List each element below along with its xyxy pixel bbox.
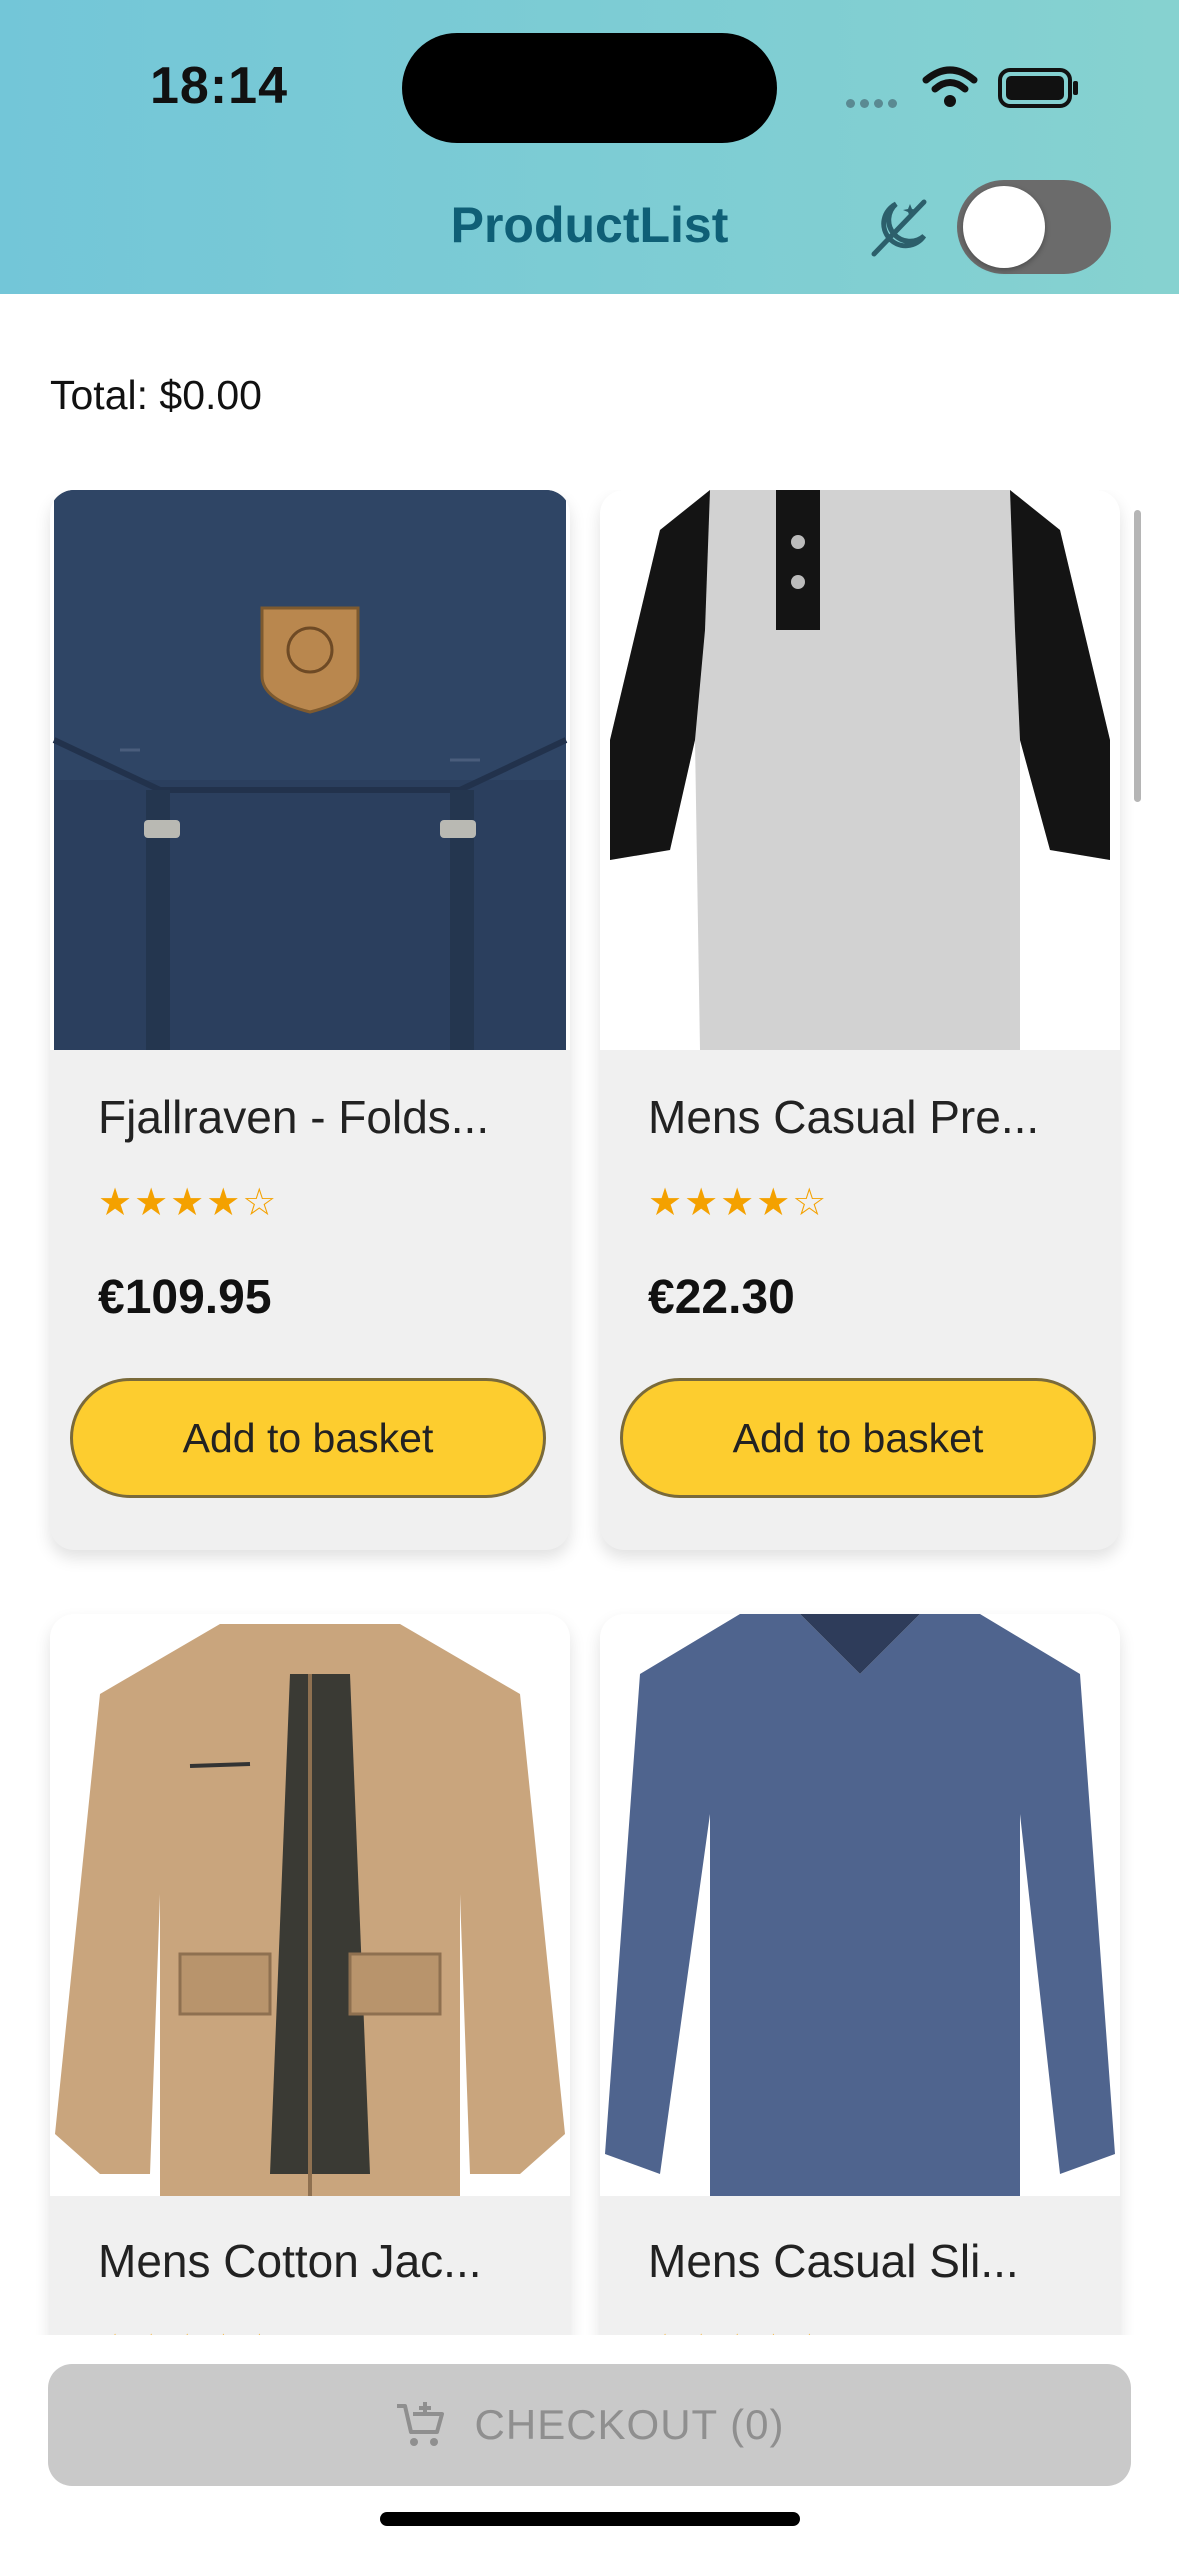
total-label: Total: $0.00 bbox=[50, 372, 262, 418]
status-time: 18:14 bbox=[150, 57, 288, 115]
product-card: Mens Casual Sli... ★★★★★ bbox=[600, 1614, 1120, 2335]
product-image bbox=[50, 490, 570, 1050]
rating-stars: ★★★★☆ bbox=[98, 1182, 279, 1224]
checkout-label: CHECKOUT (0) bbox=[474, 2401, 785, 2448]
cellular-signal-icon bbox=[846, 95, 902, 113]
product-card: Mens Casual Pre... ★★★★☆ €22.30 Add to b… bbox=[600, 490, 1120, 1550]
product-image bbox=[600, 490, 1120, 1050]
dark-mode-toggle[interactable] bbox=[957, 180, 1111, 274]
theme-mode-icon bbox=[866, 196, 932, 265]
scrollbar[interactable] bbox=[1134, 510, 1141, 802]
add-to-basket-button[interactable]: Add to basket bbox=[620, 1378, 1096, 1498]
toggle-knob bbox=[963, 186, 1045, 268]
battery-icon bbox=[998, 68, 1080, 113]
product-grid: Fjallraven - Folds... ★★★★☆ €109.95 Add … bbox=[0, 490, 1179, 2335]
product-name: Mens Cotton Jac... bbox=[98, 2235, 482, 2287]
rating-stars: ★★★★★ bbox=[98, 2326, 278, 2335]
cart-icon bbox=[395, 2400, 445, 2450]
app-header: 18:14 ProductList bbox=[0, 0, 1179, 294]
rating-stars: ★★★★★ bbox=[648, 2326, 828, 2335]
product-name: Mens Casual Pre... bbox=[648, 1091, 1040, 1143]
add-to-basket-button[interactable]: Add to basket bbox=[70, 1378, 546, 1498]
home-indicator[interactable] bbox=[380, 2512, 800, 2526]
product-image bbox=[50, 1614, 570, 2196]
dynamic-island bbox=[402, 33, 777, 143]
checkout-button[interactable]: CHECKOUT (0) bbox=[48, 2364, 1131, 2486]
product-image bbox=[600, 1614, 1120, 2196]
rating-stars: ★★★★☆ bbox=[648, 1182, 829, 1224]
product-price: €109.95 bbox=[98, 1271, 272, 1324]
product-card: Mens Cotton Jac... ★★★★★ bbox=[50, 1614, 570, 2335]
wifi-icon bbox=[922, 66, 978, 113]
product-name: Mens Casual Sli... bbox=[648, 2235, 1019, 2287]
product-price: €22.30 bbox=[648, 1271, 795, 1324]
product-name: Fjallraven - Folds... bbox=[98, 1091, 490, 1143]
product-card: Fjallraven - Folds... ★★★★☆ €109.95 Add … bbox=[50, 490, 570, 1550]
